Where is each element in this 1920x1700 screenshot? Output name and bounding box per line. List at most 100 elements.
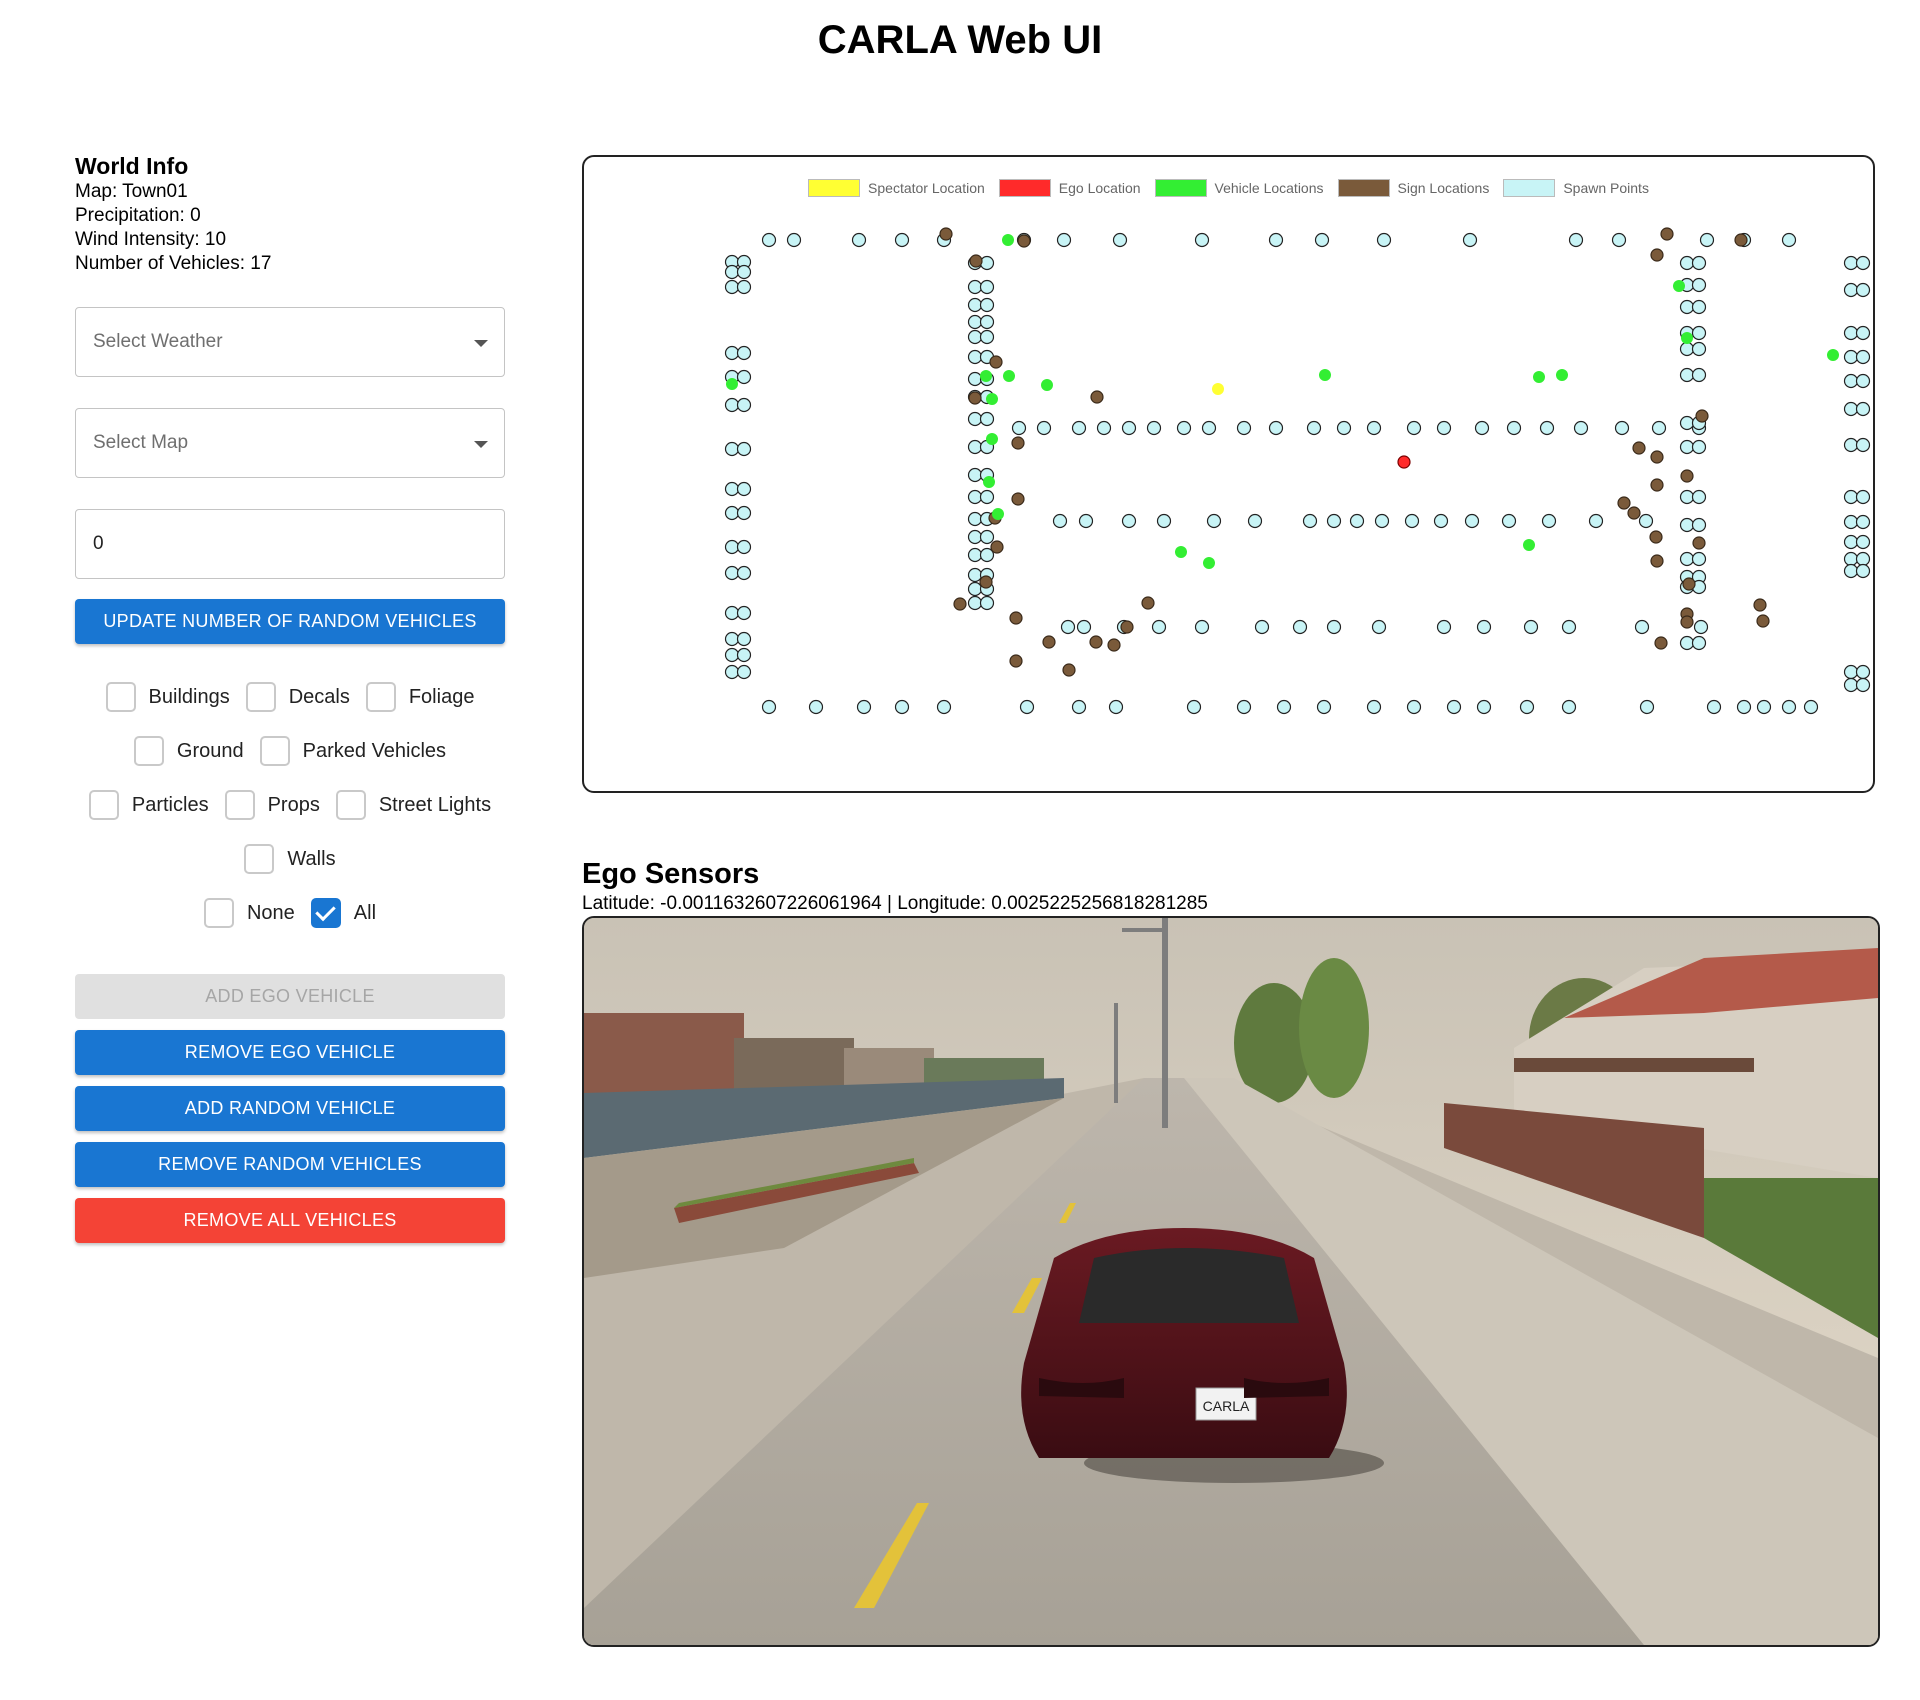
spawn-point-marker <box>1236 420 1252 436</box>
spawn-point-marker <box>1679 489 1695 505</box>
spawn-point-marker <box>736 539 752 555</box>
spawn-point-marker <box>1855 534 1871 550</box>
checkbox-box[interactable] <box>105 682 136 712</box>
spawn-point-marker <box>1855 349 1871 365</box>
spectator-location-marker <box>1212 383 1224 395</box>
checkbox-box[interactable] <box>224 790 255 820</box>
checkbox-none[interactable]: None <box>203 898 295 928</box>
spawn-point-marker <box>1693 619 1709 635</box>
spawn-point-marker <box>1679 367 1695 383</box>
spawn-point-marker <box>736 369 752 385</box>
add-ego-vehicle-button[interactable]: ADD EGO VEHICLE <box>75 974 505 1019</box>
checkbox-box[interactable] <box>365 682 396 712</box>
checkbox-box[interactable] <box>259 736 290 766</box>
vehicle-location-marker <box>1175 546 1187 558</box>
spawn-point-marker <box>979 595 995 611</box>
legend-label: Sign Locations <box>1397 180 1490 196</box>
map-select[interactable]: Select Map <box>75 408 505 478</box>
weather-select[interactable]: Select Weather <box>75 307 505 377</box>
vehicle-location-marker <box>983 476 995 488</box>
spawn-point-marker <box>1634 619 1650 635</box>
checkbox-parked-vehicles[interactable]: Parked Vehicles <box>259 736 446 766</box>
checkbox-street-lights[interactable]: Street Lights <box>335 790 492 820</box>
vehicle-location-marker <box>986 393 998 405</box>
sign-location-marker <box>1017 234 1031 248</box>
spawn-point-marker <box>979 489 995 505</box>
spawn-point-marker <box>1691 439 1707 455</box>
spawn-point-marker <box>967 411 983 427</box>
checkbox-box[interactable] <box>244 844 275 874</box>
spawn-point-marker <box>736 664 752 680</box>
vehicle-count-input[interactable]: 0 <box>75 509 505 579</box>
checkbox-box[interactable] <box>203 898 234 928</box>
spawn-point-marker <box>1194 232 1210 248</box>
world-info-title: World Info <box>75 153 189 179</box>
spawn-point-marker <box>967 511 983 527</box>
spawn-point-marker <box>1855 664 1871 680</box>
vehicle-location-marker <box>980 370 992 382</box>
map-select-placeholder: Select Map <box>93 432 189 453</box>
spawn-point-marker <box>1302 513 1318 529</box>
spawn-point-marker <box>736 647 752 663</box>
spawn-point-marker <box>1638 513 1654 529</box>
spawn-point-marker <box>1843 563 1859 579</box>
legend-spawn-points: Spawn Points <box>1503 179 1649 197</box>
remove-ego-vehicle-button[interactable]: REMOVE EGO VEHICLE <box>75 1030 505 1075</box>
checkbox-buildings[interactable]: Buildings <box>105 682 230 712</box>
ego-coordinates: Latitude: -0.0011632607226061964 | Longi… <box>582 893 1208 914</box>
spawn-point-marker <box>1843 677 1859 693</box>
checkbox-foliage[interactable]: Foliage <box>365 682 475 712</box>
checkbox-label: Foliage <box>408 685 475 708</box>
spawn-point-marker <box>1121 513 1137 529</box>
sign-location-marker <box>968 391 982 405</box>
checkbox-ground[interactable]: Ground <box>133 736 244 766</box>
precipitation-info: Precipitation: 0 <box>75 205 201 226</box>
sign-location-marker <box>1011 492 1025 506</box>
spawn-point-marker <box>1843 664 1859 680</box>
remove-all-vehicles-button[interactable]: REMOVE ALL VEHICLES <box>75 1198 505 1243</box>
remove-random-vehicles-button[interactable]: REMOVE RANDOM VEHICLES <box>75 1142 505 1187</box>
spawn-point-marker <box>1679 439 1695 455</box>
spawn-point-marker <box>1476 699 1492 715</box>
sign-location-marker <box>1107 638 1121 652</box>
checkbox-all[interactable]: All <box>310 898 377 928</box>
spawn-point-marker <box>1679 415 1695 431</box>
town-map-canvas[interactable] <box>584 157 1873 791</box>
checkbox-props[interactable]: Props <box>224 790 320 820</box>
spawn-point-marker <box>724 664 740 680</box>
sign-location-marker <box>1680 615 1694 629</box>
sign-location-marker <box>1650 450 1664 464</box>
legend-swatch <box>998 179 1051 197</box>
checkbox-label: All <box>353 901 377 924</box>
camera-scene: CARLA <box>584 918 1878 1645</box>
checkbox-box[interactable] <box>88 790 119 820</box>
checkbox-walls[interactable]: Walls <box>244 844 336 874</box>
checkbox-decals[interactable]: Decals <box>245 682 350 712</box>
checkbox-box[interactable] <box>245 682 276 712</box>
spawn-point-marker <box>967 547 983 563</box>
checkbox-box[interactable] <box>133 736 164 766</box>
update-vehicles-button[interactable]: UPDATE NUMBER OF RANDOM VEHICLES <box>75 599 505 644</box>
checkbox-box[interactable] <box>335 790 366 820</box>
legend-spectator: Spectator Location <box>808 179 985 197</box>
sign-location-marker <box>1682 577 1696 591</box>
spawn-point-marker <box>1706 699 1722 715</box>
spawn-point-marker <box>979 329 995 345</box>
spawn-point-marker <box>1060 619 1076 635</box>
checkbox-box[interactable] <box>310 898 341 928</box>
spawn-point-marker <box>967 567 983 583</box>
spawn-point-marker <box>1406 420 1422 436</box>
sign-location-marker <box>1650 554 1664 568</box>
spawn-point-marker <box>1194 619 1210 635</box>
spawn-point-marker <box>1855 401 1871 417</box>
spawn-point-marker <box>1071 420 1087 436</box>
sign-location-marker <box>1062 663 1076 677</box>
spawn-point-marker <box>1561 699 1577 715</box>
checkbox-label: Street Lights <box>378 793 492 816</box>
town-map-panel[interactable]: Spectator Location Ego Location Vehicle … <box>582 155 1875 793</box>
spawn-point-marker <box>736 481 752 497</box>
spawn-point-marker <box>1292 619 1308 635</box>
add-random-vehicle-button[interactable]: ADD RANDOM VEHICLE <box>75 1086 505 1131</box>
spawn-point-marker <box>1843 551 1859 567</box>
checkbox-particles[interactable]: Particles <box>88 790 209 820</box>
